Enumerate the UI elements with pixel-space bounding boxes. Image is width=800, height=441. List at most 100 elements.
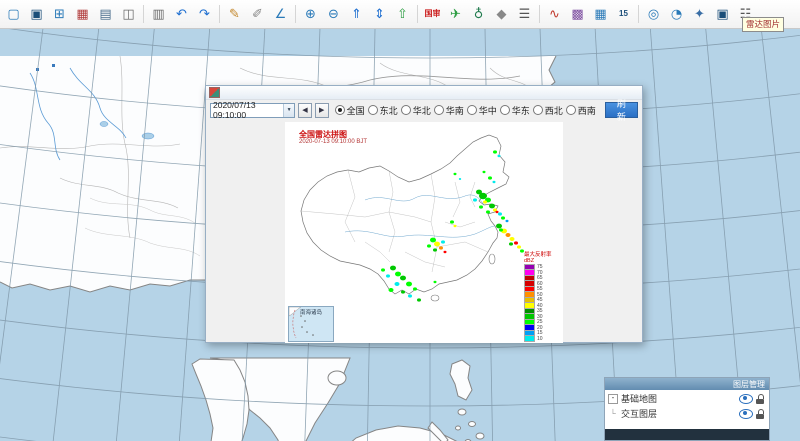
region-radio-5[interactable]: 华东 bbox=[500, 104, 530, 117]
layers-icon[interactable]: ☰ bbox=[514, 3, 535, 25]
monitor-icon[interactable]: ▣ bbox=[26, 3, 47, 25]
next-time-button[interactable]: ▶ bbox=[315, 103, 329, 118]
document-icon[interactable]: ▥ bbox=[148, 3, 169, 25]
region-radio-7[interactable]: 西南 bbox=[566, 104, 596, 117]
prev-time-button[interactable]: ◀ bbox=[298, 103, 312, 118]
province-borders bbox=[301, 170, 488, 272]
layer-row-1[interactable]: └交互图层 bbox=[608, 406, 766, 421]
region-label: 西北 bbox=[545, 104, 563, 117]
dialog-titlebar[interactable] bbox=[206, 86, 642, 100]
radio-dot-icon bbox=[500, 105, 510, 115]
zoom-out-icon[interactable]: ⊖ bbox=[323, 3, 344, 25]
toolbar-separator bbox=[295, 5, 296, 23]
chart-line-icon[interactable]: ∿ bbox=[544, 3, 565, 25]
radio-dot-icon bbox=[401, 105, 411, 115]
radar-image-tooltip: 雷达图片 bbox=[742, 17, 784, 32]
station-icon[interactable]: ✦ bbox=[689, 3, 710, 25]
data-grid-icon[interactable]: ⊞ bbox=[49, 3, 70, 25]
visibility-eye-icon[interactable] bbox=[739, 394, 753, 404]
arrow-updown-icon[interactable]: ⇕ bbox=[369, 3, 390, 25]
arrow-up-icon[interactable]: ⇑ bbox=[346, 3, 367, 25]
national-review-button[interactable]: 国审 bbox=[422, 3, 443, 25]
legend-value: 10 bbox=[537, 336, 543, 342]
new-map-icon[interactable]: ▢ bbox=[3, 3, 24, 25]
region-radio-3[interactable]: 华南 bbox=[434, 104, 464, 117]
layer-panel: 图层管理 -基础地图└交互图层 bbox=[604, 377, 770, 441]
layer-label: 交互图层 bbox=[621, 407, 657, 420]
app-window: ▢▣⊞▦▤◫▥↶↷✎✐∠⊕⊖⇑⇕⇧国审✈♁◆☰∿▩▦15◎◔✦▣☷ 雷达图片 2… bbox=[0, 0, 800, 441]
layer-panel-body: -基础地图└交互图层 bbox=[605, 390, 769, 429]
tree-connector: └ bbox=[608, 409, 618, 418]
rivers-layer bbox=[345, 195, 495, 237]
lock-icon[interactable] bbox=[756, 394, 764, 404]
china-outline bbox=[301, 135, 509, 301]
zoom-in-icon[interactable]: ⊕ bbox=[300, 3, 321, 25]
table-icon[interactable]: ▦ bbox=[590, 3, 611, 25]
toolbar-separator bbox=[219, 5, 220, 23]
layer-panel-header[interactable]: 图层管理 bbox=[605, 378, 769, 390]
arrow-up-green-icon[interactable]: ⇧ bbox=[392, 3, 413, 25]
region-label: 华南 bbox=[446, 104, 464, 117]
south-china-sea-inset: 南海诸岛 bbox=[288, 306, 334, 342]
region-label: 华北 bbox=[413, 104, 431, 117]
toolbar-separator bbox=[143, 5, 144, 23]
combo-dropdown-icon[interactable]: ▼ bbox=[283, 104, 294, 117]
radio-dot-icon bbox=[335, 105, 345, 115]
region-radio-1[interactable]: 东北 bbox=[368, 104, 398, 117]
layer-row-0[interactable]: -基础地图 bbox=[608, 391, 766, 406]
radio-dot-icon bbox=[566, 105, 576, 115]
datetime-combo[interactable]: 2020/07/13 09:10:00 ▼ bbox=[210, 103, 295, 118]
station-plot-icon[interactable]: ▦ bbox=[72, 3, 93, 25]
measure-icon[interactable]: ∠ bbox=[270, 3, 291, 25]
region-label: 全国 bbox=[347, 104, 365, 117]
toolbar-separator bbox=[638, 5, 639, 23]
radar-mosaic-dialog: 2020/07/13 09:10:00 ▼ ◀ ▶ 全国 东北 华北 华南 华中 华东 西北… bbox=[205, 85, 643, 343]
dialog-toolbar: 2020/07/13 09:10:00 ▼ ◀ ▶ 全国 东北 华北 华南 华中 华东 西北… bbox=[206, 100, 642, 120]
region-radio-group: 全国 东北 华北 华南 华中 华东 西北 西南 bbox=[335, 104, 596, 117]
visibility-eye-icon[interactable] bbox=[739, 409, 753, 419]
radar-image: 全国雷达拼图 2020-07-13 09:10:00 BJT 最大反射率 dBZ… bbox=[285, 122, 563, 343]
layer-label: 基础地图 bbox=[621, 392, 657, 405]
undo-icon[interactable]: ↶ bbox=[171, 3, 192, 25]
flight-track-icon[interactable]: ✈ bbox=[445, 3, 466, 25]
diamond-icon[interactable]: ◆ bbox=[491, 3, 512, 25]
radar-echo-layer bbox=[381, 150, 524, 301]
region-radio-4[interactable]: 华中 bbox=[467, 104, 497, 117]
radio-dot-icon bbox=[467, 105, 477, 115]
dialog-app-icon bbox=[209, 87, 220, 98]
toolbar-separator bbox=[417, 5, 418, 23]
radar-timestamp: 2020-07-13 09:10:00 BJT bbox=[299, 139, 367, 145]
collapsed-panel-bar[interactable] bbox=[605, 429, 769, 440]
region-label: 华中 bbox=[479, 104, 497, 117]
micaps-version-icon[interactable]: 15 bbox=[613, 3, 634, 25]
region-label: 西南 bbox=[578, 104, 596, 117]
region-label: 东北 bbox=[380, 104, 398, 117]
histogram-icon[interactable]: ▩ bbox=[567, 3, 588, 25]
toolbar-separator bbox=[539, 5, 540, 23]
globe-icon[interactable]: ♁ bbox=[468, 3, 489, 25]
region-radio-0[interactable]: 全国 bbox=[335, 104, 365, 117]
legend-entry: 10 bbox=[524, 336, 558, 342]
satellite-image-icon[interactable]: ▤ bbox=[95, 3, 116, 25]
layer-manager-icon[interactable]: ◫ bbox=[118, 3, 139, 25]
radio-dot-icon bbox=[368, 105, 378, 115]
datetime-value: 2020/07/13 09:10:00 bbox=[213, 100, 283, 120]
monitor2-icon[interactable]: ▣ bbox=[712, 3, 733, 25]
region-radio-6[interactable]: 西北 bbox=[533, 104, 563, 117]
refresh-button[interactable]: 刷新 bbox=[605, 102, 638, 118]
lock-icon[interactable] bbox=[756, 409, 764, 419]
region-label: 华东 bbox=[512, 104, 530, 117]
edit-icon[interactable]: ✎ bbox=[224, 3, 245, 25]
draw-icon[interactable]: ✐ bbox=[247, 3, 268, 25]
satellite-dish-icon[interactable]: ◎ bbox=[643, 3, 664, 25]
radar-icon[interactable]: ◔ bbox=[666, 3, 687, 25]
radio-dot-icon bbox=[533, 105, 543, 115]
main-toolbar: ▢▣⊞▦▤◫▥↶↷✎✐∠⊕⊖⇑⇕⇧国审✈♁◆☰∿▩▦15◎◔✦▣☷ bbox=[0, 0, 800, 29]
region-radio-2[interactable]: 华北 bbox=[401, 104, 431, 117]
redo-icon[interactable]: ↷ bbox=[194, 3, 215, 25]
legend-swatch bbox=[524, 335, 535, 342]
radar-legend: 最大反射率 dBZ 7570656055504540353025201510 bbox=[524, 252, 558, 342]
radar-legend-entries: 7570656055504540353025201510 bbox=[524, 265, 558, 342]
inset-label: 南海诸岛 bbox=[300, 308, 322, 316]
tree-expander-icon[interactable]: - bbox=[608, 394, 618, 404]
